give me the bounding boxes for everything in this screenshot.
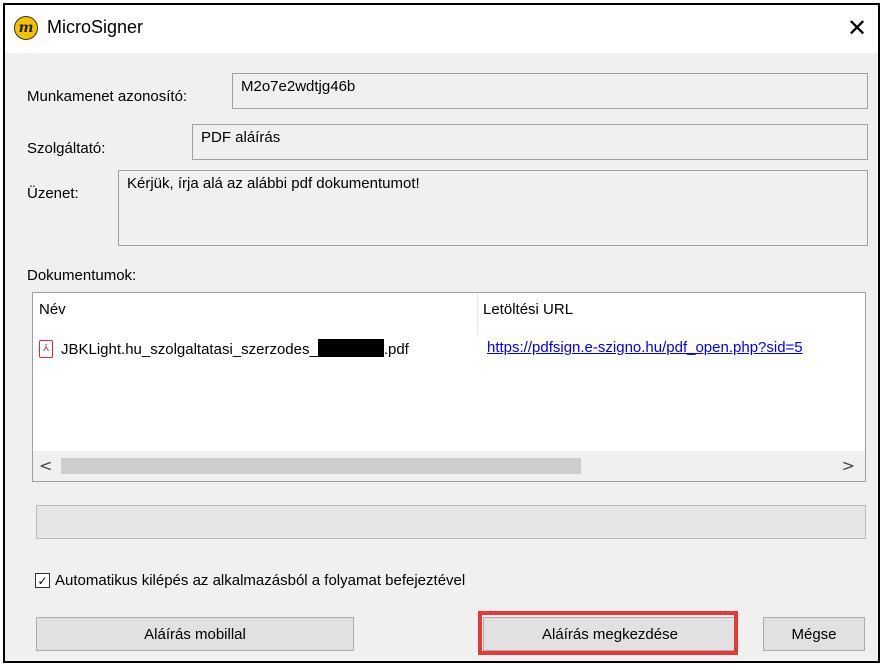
table-row[interactable]: ⅄ JBKLight.hu_szolgaltatasi_szerzodes_ .p…: [39, 339, 859, 361]
auto-exit-option[interactable]: ✓ Automatikus kilépés az alkalmazásból a…: [35, 572, 465, 589]
session-id-label: Munkamenet azonosító:: [27, 88, 188, 105]
documents-list[interactable]: Név Letöltési URL ⅄ JBKLight.hu_szolgalt…: [32, 292, 866, 482]
documents-label: Dokumentumok:: [27, 267, 137, 284]
microsigner-window: m MicroSigner ✕ Munkamenet azonosító: M2…: [3, 3, 880, 663]
column-header-url[interactable]: Letöltési URL: [483, 301, 573, 318]
column-separator[interactable]: [477, 293, 478, 335]
provider-field: PDF aláírás: [192, 124, 868, 160]
session-id-field: M2o7e2wdtjg46b: [232, 73, 868, 109]
progress-bar: [36, 505, 866, 539]
message-field: Kérjük, írja alá az alábbi pdf dokumentu…: [118, 170, 868, 246]
window-title: MicroSigner: [47, 17, 144, 37]
close-button[interactable]: ✕: [842, 13, 872, 43]
sign-with-mobile-button[interactable]: Aláírás mobillal: [36, 617, 354, 651]
provider-label: Szolgáltató:: [27, 140, 106, 157]
download-url-link[interactable]: https://pdfsign.e-szigno.hu/pdf_open.php…: [487, 339, 803, 356]
title-bar: m MicroSigner ✕: [5, 5, 878, 53]
document-name: JBKLight.hu_szolgaltatasi_szerzodes_ .pdf: [61, 339, 409, 358]
auto-exit-checkbox[interactable]: ✓: [35, 573, 50, 588]
start-signing-highlight: [478, 611, 738, 655]
microsigner-logo-icon: m: [14, 16, 38, 40]
scroll-left-arrow-icon[interactable]: <: [39, 456, 52, 475]
auto-exit-label: Automatikus kilépés az alkalmazásból a f…: [55, 572, 466, 589]
horizontal-scrollbar[interactable]: < >: [33, 451, 865, 481]
scroll-right-arrow-icon[interactable]: >: [842, 456, 855, 475]
pdf-file-icon: ⅄: [39, 340, 53, 358]
redaction-block: [317, 339, 384, 357]
scrollbar-thumb[interactable]: [61, 458, 581, 474]
column-header-name[interactable]: Név: [39, 301, 66, 318]
message-label: Üzenet:: [27, 185, 79, 202]
cancel-button[interactable]: Mégse: [763, 617, 865, 651]
